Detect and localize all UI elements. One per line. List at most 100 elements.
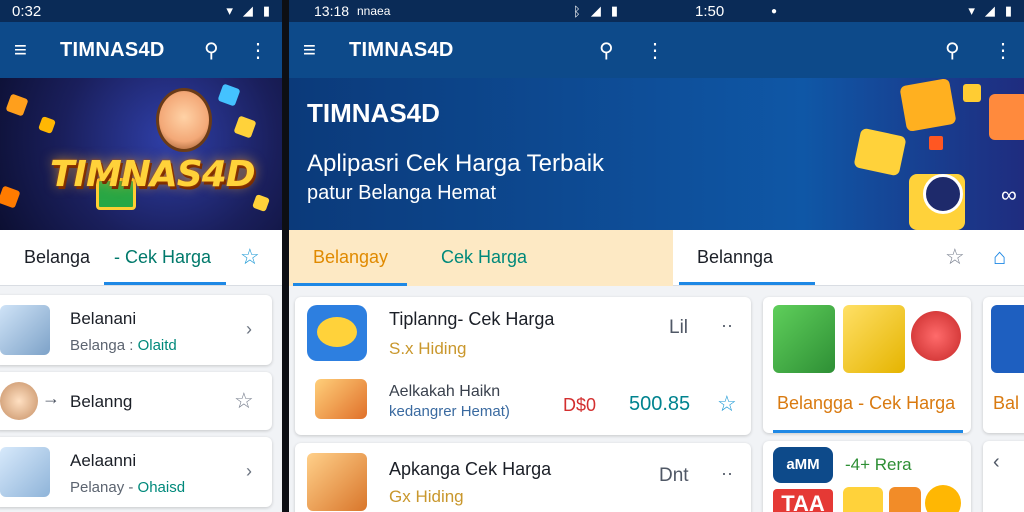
app-icon — [307, 305, 367, 361]
tab-bar: Belangay Cek Harga Belannga ☆ ⌂ — [289, 230, 1024, 286]
tab-group-left: Belangay Cek Harga — [289, 230, 673, 286]
cube-decoration — [929, 136, 943, 150]
product-name: Aelkakah Haikn — [389, 383, 501, 400]
chevron-right-icon[interactable]: › — [246, 319, 252, 340]
product-box-decoration — [899, 78, 957, 132]
screen: 0:32 ▾ ◢ ▮ ≡ TIMNAS4D ⚲ ⋮ TIMNAS4D Belan — [0, 0, 1024, 512]
tablet-screen-right: 13:18 nnaea ᛒ ◢ ▮ 1:50 ● ▾ ◢ ▮ ≡ TIMNAS4… — [289, 0, 1024, 512]
promo-image — [773, 305, 835, 373]
cube-decoration — [38, 116, 56, 134]
promo-badge: aMM — [773, 447, 833, 483]
promo-image — [925, 485, 961, 512]
share-action[interactable]: Lil — [669, 317, 688, 339]
cube-decoration — [5, 93, 29, 117]
card-title: Tiplanng- Cek Harga — [389, 309, 555, 329]
tab-cek-harga[interactable]: Cek Harga — [441, 247, 527, 268]
star-icon[interactable]: ☆ — [717, 391, 737, 417]
bookmark-icon[interactable]: ⌂ — [993, 244, 1006, 270]
product-card[interactable]: Apkanga Cek Harga Gx Hiding Dnt ·· — [295, 443, 751, 512]
list-item[interactable]: Belanani Belanga : Olaitd › — [0, 295, 272, 365]
status-icons: ▾ ◢ ▮ — [226, 3, 270, 19]
more-horiz-icon[interactable]: ·· — [721, 315, 733, 336]
pane-divider — [282, 0, 289, 512]
status-time: 0:32 — [12, 2, 42, 20]
list-item[interactable]: Aelaanni Pelanay - Ohaisd › — [0, 437, 272, 507]
status-bar: 13:18 nnaea ᛒ ◢ ▮ 1:50 ● ▾ ◢ ▮ — [289, 0, 1024, 22]
link-icon: ∞ — [1001, 182, 1017, 207]
promo-title-partial: Bal — [993, 393, 1020, 413]
promo-big-label: TAA — [773, 489, 833, 512]
search-icon[interactable]: ⚲ — [945, 38, 960, 63]
card-title: Apkanga Cek Harga — [389, 459, 552, 479]
item-thumbnail — [0, 305, 50, 355]
cube-decoration — [217, 83, 241, 107]
phone-screen-left: 0:32 ▾ ◢ ▮ ≡ TIMNAS4D ⚲ ⋮ TIMNAS4D Belan — [0, 0, 282, 512]
hero-banner[interactable]: TIMNAS4D Aplipasri Cek Harga Terbaik pat… — [289, 78, 1024, 230]
list-item[interactable]: → Belanng ☆ — [0, 372, 272, 430]
banner-logo: TIMNAS4D — [50, 154, 256, 195]
dot-icon: ● — [771, 5, 778, 17]
promo-image — [911, 311, 961, 361]
product-card[interactable]: Tiplanng- Cek Harga S.x Hiding Lil ·· Ae… — [295, 297, 751, 435]
promo-image — [843, 487, 883, 512]
cube-decoration — [233, 115, 257, 139]
status-time-right: 1:50 — [695, 2, 725, 20]
star-icon[interactable]: ☆ — [240, 244, 260, 270]
app-icon-badge — [317, 317, 357, 347]
promo-card[interactable]: Belangga - Cek Harga — [763, 297, 971, 433]
battery-icon: ▮ — [610, 3, 618, 18]
signal-icon: ◢ — [984, 3, 995, 18]
app-bar: ≡ TIMNAS4D ⚲ ⋮ ⚲ ⋮ — [289, 22, 1024, 78]
chevron-left-icon[interactable]: ‹ — [993, 451, 1000, 474]
menu-icon[interactable]: ≡ — [303, 37, 335, 63]
status-icons-right: ▾ ◢ ▮ — [968, 3, 1012, 19]
tab-belangay[interactable]: Belangay — [313, 247, 388, 268]
item-avatar — [0, 382, 38, 420]
price-current: 500.85 — [629, 393, 691, 415]
card-subtitle: Gx Hiding — [389, 487, 464, 506]
chevron-right-icon[interactable]: › — [246, 461, 252, 482]
signal-icon: ◢ — [590, 3, 601, 18]
banner-title: TIMNAS4D — [307, 98, 440, 128]
more-vert-icon[interactable]: ⋮ — [993, 38, 1013, 63]
product-box-decoration — [989, 94, 1024, 140]
item-thumbnail — [0, 447, 50, 497]
wifi-icon: ▾ — [968, 3, 975, 18]
item-subtitle-b: Olaitd — [137, 337, 177, 354]
item-subtitle-b: Ohaisd — [137, 479, 186, 496]
tab-bar: Belanga - Cek Harga ☆ — [0, 230, 282, 286]
star-icon[interactable]: ☆ — [945, 244, 965, 270]
cube-decoration — [963, 84, 981, 102]
shopping-bag-icon — [853, 127, 907, 177]
more-vert-icon[interactable]: ⋮ — [645, 38, 665, 63]
tab-belanga[interactable]: Belanga — [24, 247, 90, 268]
clock-icon — [923, 174, 963, 214]
tab-group-right: Belannga ☆ ⌂ — [673, 230, 1024, 286]
tab-cek-harga[interactable]: - Cek Harga — [114, 247, 211, 268]
search-icon[interactable]: ⚲ — [204, 38, 219, 63]
battery-icon: ▮ — [1004, 3, 1012, 18]
promo-badge-caption: -4+ Rera — [845, 455, 912, 474]
promo-card-partial[interactable]: Bal — [983, 297, 1024, 433]
item-title: Belanng — [70, 392, 133, 411]
status-time-left: 13:18 — [314, 3, 350, 19]
more-horiz-icon[interactable]: ·· — [721, 463, 733, 484]
more-vert-icon[interactable]: ⋮ — [248, 38, 268, 63]
app-icon — [307, 453, 367, 511]
wifi-icon: ▾ — [226, 3, 233, 18]
bluetooth-icon: ᛒ — [573, 3, 581, 19]
item-title: Aelaanni — [70, 451, 137, 470]
promo-card-partial[interactable]: ‹ — [983, 441, 1024, 512]
menu-icon[interactable]: ≡ — [14, 37, 46, 63]
search-icon[interactable]: ⚲ — [599, 38, 614, 63]
share-action[interactable]: Dnt — [659, 465, 689, 487]
star-icon[interactable]: ☆ — [234, 388, 254, 414]
tab-indicator — [679, 282, 815, 285]
promo-card[interactable]: aMM -4+ Rera TAA — [763, 441, 971, 512]
promo-image — [991, 305, 1024, 373]
price-old: D$0 — [563, 395, 597, 415]
status-bar: 0:32 ▾ ◢ ▮ — [0, 0, 282, 22]
tab-belannga[interactable]: Belannga — [697, 247, 773, 268]
promo-banner[interactable]: TIMNAS4D — [0, 78, 282, 230]
status-icons-left: ᛒ ◢ ▮ — [573, 3, 618, 19]
